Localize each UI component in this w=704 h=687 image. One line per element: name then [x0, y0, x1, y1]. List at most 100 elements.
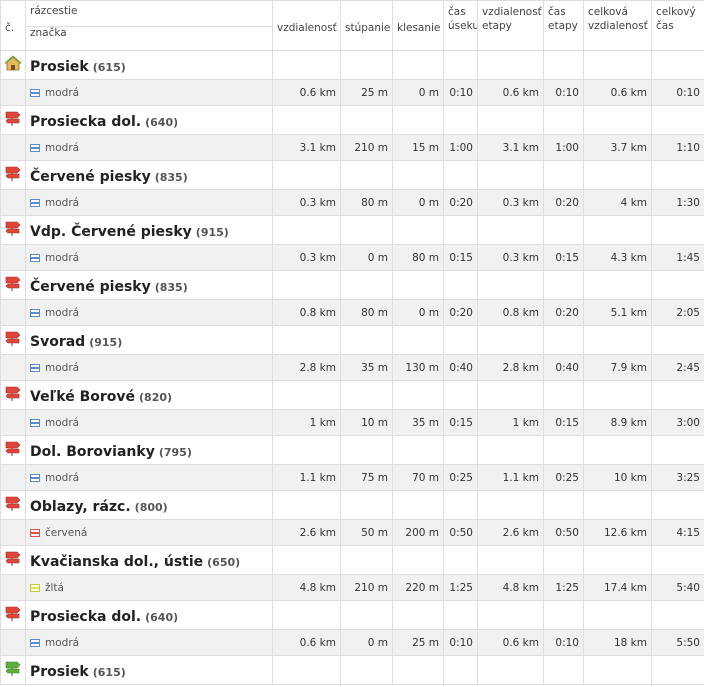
segment-time: 0:20 [443, 189, 478, 216]
segment-row: červená 2.6 km 50 m 200 m 0:50 2.6 km 0:50 12.6… [0, 519, 704, 546]
segment-time: 1:25 [443, 574, 478, 601]
segment-time: 0:40 [443, 354, 478, 381]
empty-cell [392, 215, 444, 245]
empty-cell [543, 270, 584, 300]
segment-row: modrá 0.8 km 80 m0 m 0:20 0.8 km 0:20 5.1 km 2:… [0, 299, 704, 326]
segment-time: 0:10 [443, 79, 478, 106]
segment-time: 0:20 [443, 299, 478, 326]
empty-cell [272, 105, 341, 135]
junction-altitude: (640) [145, 115, 179, 129]
col-header-segment-time: čas úseku [443, 0, 478, 51]
trail-marker-label: modrá [45, 471, 80, 484]
empty-cell [340, 105, 393, 135]
junction-row: Oblazy, rázc. (800) [0, 490, 704, 520]
signpost-icon [4, 331, 22, 351]
col-header-ascent: stúpanie [340, 0, 393, 51]
empty-cell [477, 215, 544, 245]
empty-cell [543, 380, 584, 410]
empty-cell [543, 160, 584, 190]
junction-icon-cell [0, 655, 26, 685]
junction-cell: Veľké Borové (820) [25, 380, 273, 410]
total-time: 0:10 [651, 79, 704, 106]
empty-cell [272, 545, 341, 575]
empty-cell [443, 490, 478, 520]
total-time: 5:50 [651, 629, 704, 656]
junction-cell: Vdp. Červené piesky (915) [25, 215, 273, 245]
junction-altitude: (800) [134, 500, 168, 514]
junction-name[interactable]: Svorad [30, 334, 85, 350]
route-table: č. rázcestie vzdialenosť stúpanie klesan… [0, 0, 704, 685]
segment-descent: 220 m [392, 574, 444, 601]
total-distance: 8.9 km [583, 409, 652, 436]
segment-descent: 0 m [392, 79, 444, 106]
junction-name[interactable]: Veľké Borové [30, 389, 135, 405]
junction-cell: Červené piesky (835) [25, 160, 273, 190]
segment-distance: 2.8 km [272, 354, 341, 381]
junction-name[interactable]: Prosiecka dol. [30, 609, 141, 625]
junction-name[interactable]: Prosiecka dol. [30, 114, 141, 130]
junction-name[interactable]: Dol. Borovianky [30, 444, 155, 460]
trail-marker-cell: modrá [25, 189, 273, 216]
segment-distance: 3.1 km [272, 134, 341, 161]
empty-cell [443, 105, 478, 135]
stage-time: 0:50 [543, 519, 584, 546]
total-time: 1:10 [651, 134, 704, 161]
segment-descent: 0 m [392, 189, 444, 216]
junction-altitude: (915) [195, 225, 229, 239]
empty-cell [340, 215, 393, 245]
empty-cell [443, 435, 478, 465]
empty-cell [272, 270, 341, 300]
junction-row: Červené piesky (835) [0, 160, 704, 190]
col-header-total-time: celkový čas [651, 0, 704, 51]
total-time: 4:15 [651, 519, 704, 546]
stage-time: 0:40 [543, 354, 584, 381]
junction-name[interactable]: Oblazy, rázc. [30, 499, 131, 515]
empty-cell [651, 380, 704, 410]
empty-cell [392, 655, 444, 685]
junction-row: Dol. Borovianky (795) [0, 435, 704, 465]
empty-cell [443, 600, 478, 630]
segment-ascent: 210 m [340, 574, 393, 601]
empty-cell [340, 50, 393, 80]
segment-ascent: 0 m [340, 244, 393, 271]
empty-cell [0, 464, 26, 491]
junction-row: Vdp. Červené piesky (915) [0, 215, 704, 245]
empty-cell [651, 325, 704, 355]
junction-name[interactable]: Kvačianska dol., ústie [30, 554, 203, 570]
empty-cell [651, 600, 704, 630]
segment-row: modrá 1.1 km 75 m 70 m 0:25 1.1 km 0:25 10 km 3:… [0, 464, 704, 491]
empty-cell [583, 270, 652, 300]
empty-cell [651, 270, 704, 300]
segment-distance: 2.6 km [272, 519, 341, 546]
signpost-icon [4, 441, 22, 461]
trail-marker-cell: modrá [25, 464, 273, 491]
trail-marker-icon [30, 638, 40, 647]
stage-time: 0:20 [543, 189, 584, 216]
empty-cell [583, 600, 652, 630]
segment-row: žltá 4.8 km 210 m 220 m 1:25 4.8 km 1:25 17.4 k… [0, 574, 704, 601]
empty-cell [477, 545, 544, 575]
junction-name[interactable]: Vdp. Červené piesky [30, 224, 192, 240]
empty-cell [583, 160, 652, 190]
junction-icon-cell [0, 160, 26, 190]
total-time: 2:05 [651, 299, 704, 326]
empty-cell [443, 380, 478, 410]
col-header-stage-distance: vzdialenosť etapy [477, 0, 544, 51]
empty-cell [272, 655, 341, 685]
junction-name[interactable]: Prosiek [30, 664, 89, 680]
junction-name[interactable]: Červené piesky [30, 169, 151, 185]
empty-cell [272, 435, 341, 465]
empty-cell [340, 325, 393, 355]
empty-cell [392, 490, 444, 520]
col-header-stage-time: čas etapy [543, 0, 584, 51]
junction-icon-cell [0, 325, 26, 355]
stage-distance: 0.3 km [477, 244, 544, 271]
empty-cell [583, 105, 652, 135]
junction-row: Prosiek (615) [0, 50, 704, 80]
junction-name[interactable]: Červené piesky [30, 279, 151, 295]
empty-cell [543, 50, 584, 80]
segment-ascent: 80 m [340, 189, 393, 216]
junction-name[interactable]: Prosiek [30, 59, 89, 75]
empty-cell [340, 380, 393, 410]
empty-cell [392, 600, 444, 630]
